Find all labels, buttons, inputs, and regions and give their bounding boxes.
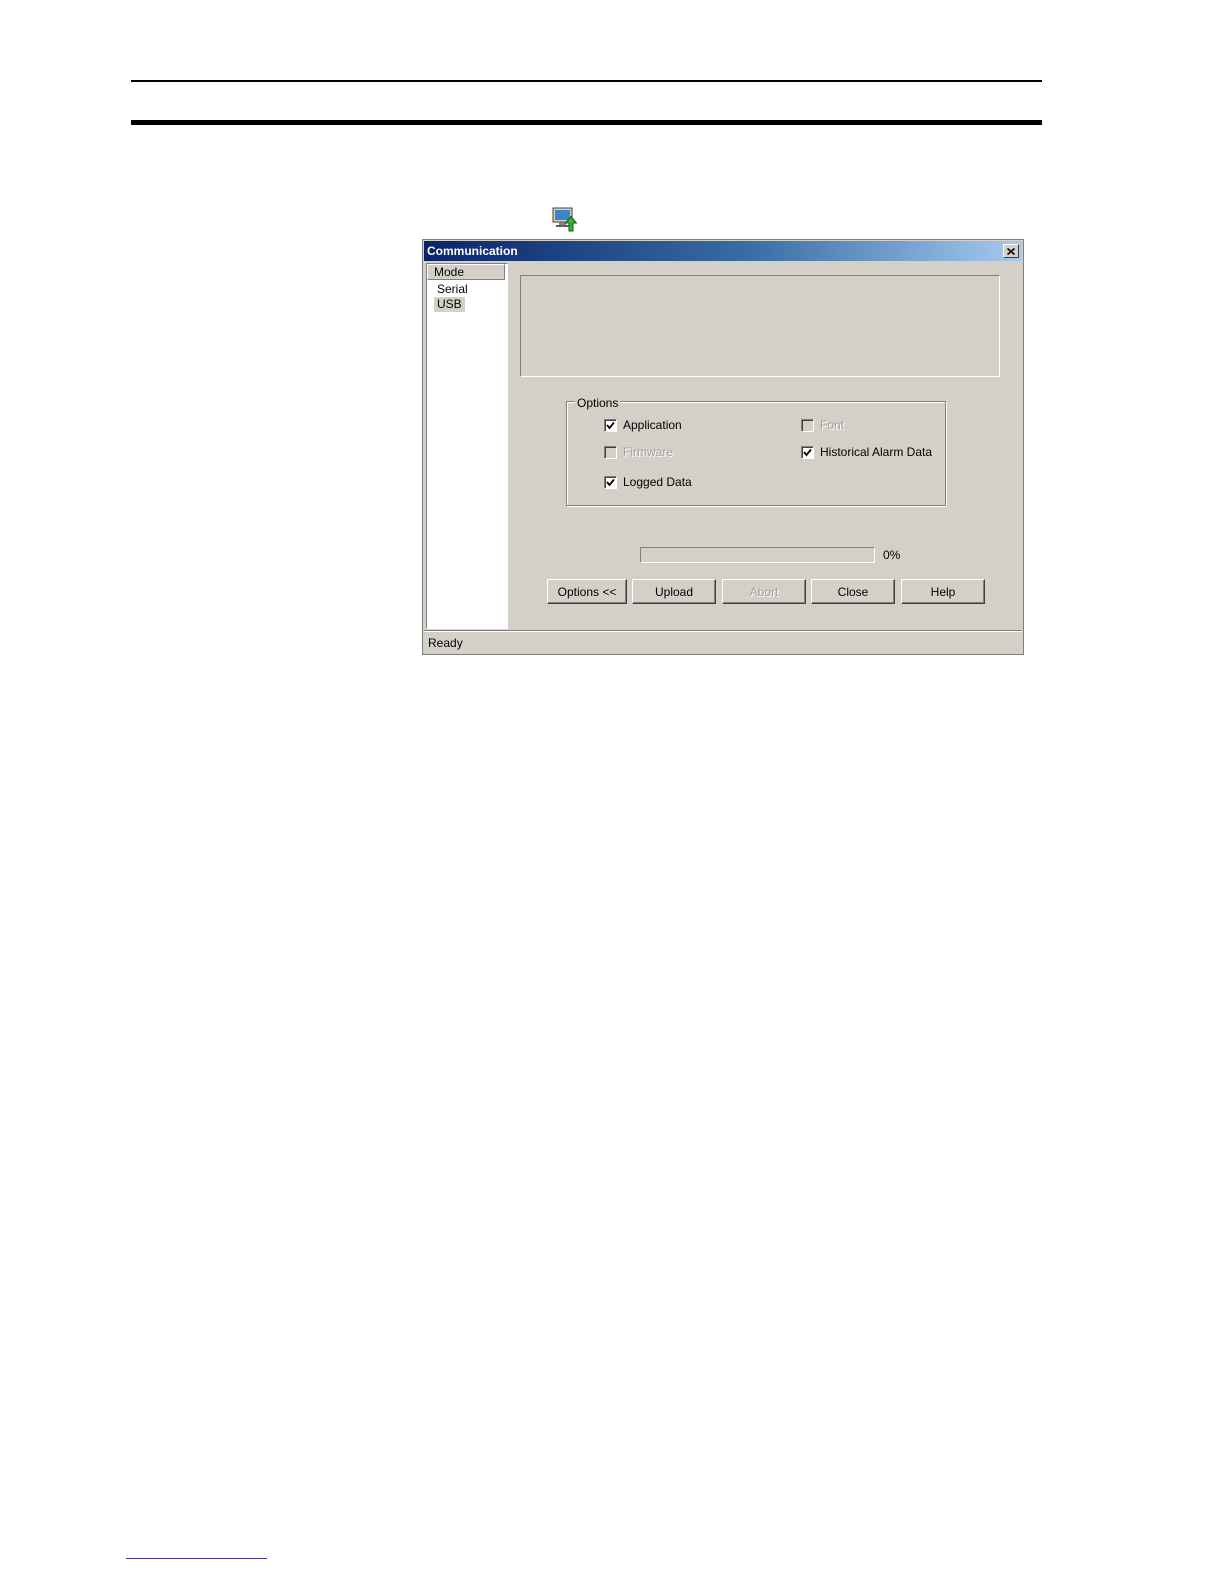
- upload-button[interactable]: Upload: [632, 579, 716, 604]
- options-toggle-button[interactable]: Options <<: [547, 579, 627, 604]
- logged-data-checkbox[interactable]: [604, 475, 617, 489]
- checkmark-icon: [606, 478, 615, 486]
- firmware-label: Firmware: [623, 445, 673, 459]
- historical-alarm-data-checkbox[interactable]: [801, 445, 814, 459]
- upload-icon: [552, 206, 578, 232]
- mode-list: Mode Serial USB: [426, 263, 508, 629]
- header-rule-thin: [131, 80, 1042, 82]
- communication-dialog: Communication Mode Serial USB Options Ap…: [422, 239, 1024, 655]
- option-historical-alarm-data[interactable]: Historical Alarm Data: [801, 444, 932, 460]
- info-panel: [520, 275, 1000, 377]
- checkmark-icon: [803, 448, 812, 456]
- option-logged-data[interactable]: Logged Data: [604, 474, 692, 490]
- footer-link-line: [126, 1558, 267, 1559]
- application-checkbox[interactable]: [604, 418, 617, 432]
- title-bar: Communication: [424, 241, 1022, 261]
- font-checkbox: [801, 418, 814, 432]
- abort-button: Abort: [722, 579, 806, 604]
- mode-item-serial[interactable]: Serial: [434, 282, 471, 297]
- close-icon[interactable]: [1003, 244, 1019, 258]
- close-button[interactable]: Close: [811, 579, 895, 604]
- font-label: Font: [820, 418, 845, 432]
- checkmark-icon: [606, 421, 615, 429]
- application-label: Application: [623, 418, 682, 432]
- dialog-title: Communication: [427, 244, 518, 258]
- header-rule-thick: [131, 120, 1042, 125]
- option-firmware: Firmware: [604, 444, 673, 460]
- option-font: Font: [801, 417, 844, 433]
- status-bar: Ready: [424, 630, 1022, 655]
- progress-bar: [640, 547, 875, 563]
- progress-percent: 0%: [883, 548, 901, 562]
- logged-data-label: Logged Data: [623, 475, 692, 489]
- mode-list-header[interactable]: Mode: [427, 264, 505, 280]
- historical-alarm-data-label: Historical Alarm Data: [820, 445, 933, 459]
- status-text: Ready: [428, 636, 463, 650]
- mode-item-usb[interactable]: USB: [434, 297, 465, 312]
- options-legend: Options: [575, 396, 621, 410]
- help-button[interactable]: Help: [901, 579, 985, 604]
- option-application[interactable]: Application: [604, 417, 682, 433]
- firmware-checkbox: [604, 445, 617, 459]
